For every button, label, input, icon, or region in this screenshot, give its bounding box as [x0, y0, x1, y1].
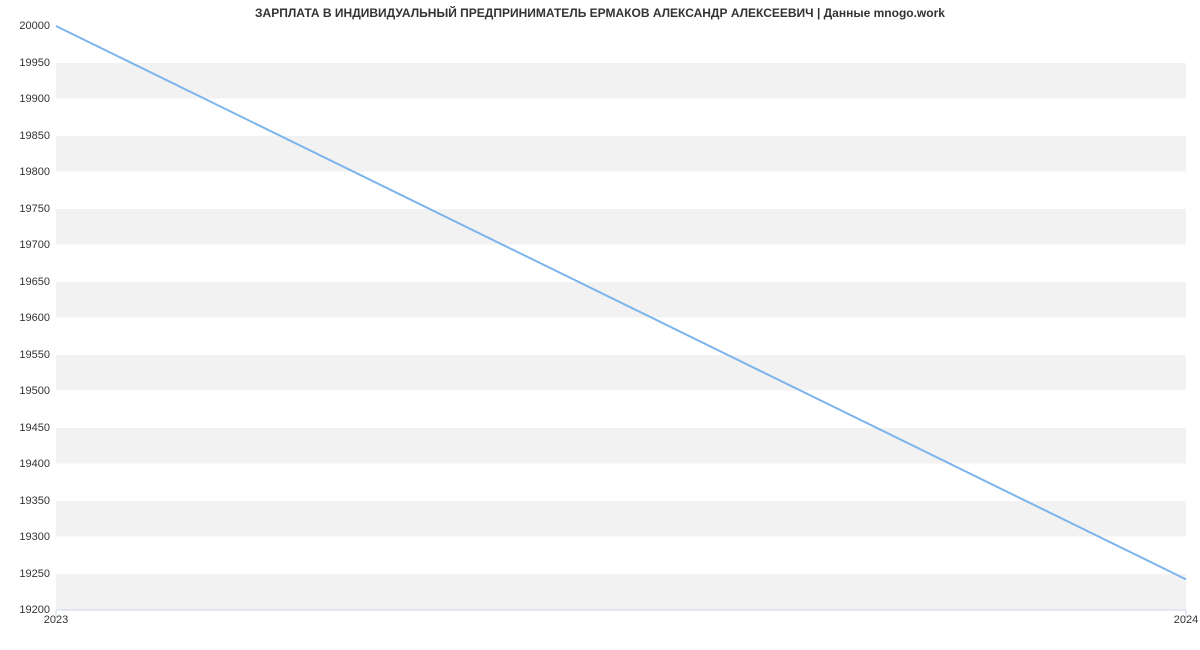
chart-container: ЗАРПЛАТА В ИНДИВИДУАЛЬНЫЙ ПРЕДПРИНИМАТЕЛ… [0, 0, 1200, 650]
y-tick-label: 19950 [19, 57, 50, 69]
y-tick-label: 19800 [19, 166, 50, 178]
plot-svg [56, 26, 1186, 610]
y-tick-label: 19500 [19, 385, 50, 397]
y-tick-label: 19550 [19, 349, 50, 361]
y-tick-label: 19900 [19, 93, 50, 105]
y-tick-label: 20000 [19, 20, 50, 32]
y-tick-label: 19400 [19, 458, 50, 470]
y-tick-label: 19300 [19, 531, 50, 543]
y-tick-label: 19850 [19, 130, 50, 142]
y-tick-label: 19250 [19, 568, 50, 580]
y-tick-label: 19650 [19, 276, 50, 288]
y-tick-label: 19350 [19, 495, 50, 507]
y-tick-label: 19450 [19, 422, 50, 434]
y-tick-label: 19700 [19, 239, 50, 251]
chart-title: ЗАРПЛАТА В ИНДИВИДУАЛЬНЫЙ ПРЕДПРИНИМАТЕЛ… [0, 6, 1200, 20]
y-tick-label: 19750 [19, 203, 50, 215]
y-tick-label: 19600 [19, 312, 50, 324]
plot-area [56, 26, 1186, 610]
